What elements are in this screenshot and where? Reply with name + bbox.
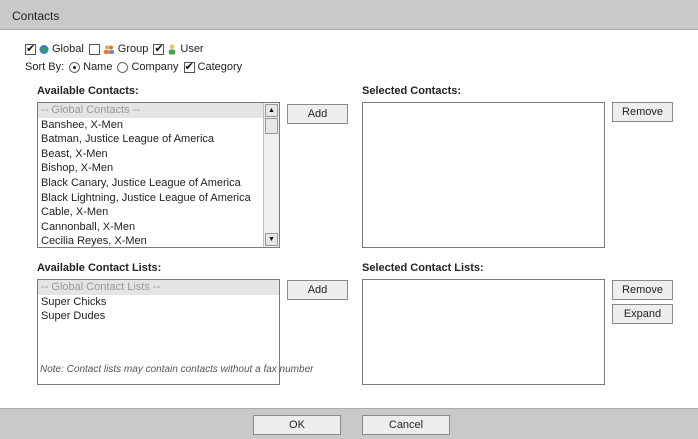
selected-contacts-list[interactable]: [362, 102, 605, 248]
list-item[interactable]: Cecilia Reyes, X-Men: [38, 234, 279, 247]
list-item[interactable]: Bishop, X-Men: [38, 161, 279, 176]
sort-by-label: Sort By:: [25, 61, 65, 73]
list-item[interactable]: Banshee, X-Men: [38, 118, 279, 133]
user-checkbox[interactable]: [153, 42, 165, 56]
group-label: Group: [117, 43, 149, 55]
scroll-down-icon[interactable]: ▼: [265, 233, 278, 246]
list-item[interactable]: Batman, Justice League of America: [38, 132, 279, 147]
ok-button[interactable]: OK: [253, 415, 341, 435]
filter-row: Global Group User: [25, 42, 209, 56]
selected-lists-list[interactable]: [362, 279, 605, 385]
sort-name-label: Name: [83, 61, 113, 73]
selected-lists-label: Selected Contact Lists:: [362, 262, 484, 274]
add-list-button[interactable]: Add: [287, 280, 348, 300]
group-checkbox[interactable]: [88, 43, 100, 55]
group-icon: [103, 45, 114, 54]
sort-company-radio[interactable]: [117, 61, 129, 73]
dialog-footer: OK Cancel: [0, 408, 698, 439]
add-contact-button[interactable]: Add: [287, 104, 348, 124]
selected-contacts-label: Selected Contacts:: [362, 85, 462, 97]
expand-list-button[interactable]: Expand: [612, 304, 673, 324]
list-item[interactable]: Cannonball, X-Men: [38, 220, 279, 235]
user-label: User: [180, 43, 204, 55]
list-item[interactable]: Cable, X-Men: [38, 205, 279, 220]
sort-row: Sort By: Name Company Category: [25, 60, 247, 74]
sort-company-label: Company: [131, 61, 179, 73]
scroll-thumb[interactable]: [265, 118, 278, 134]
remove-contact-button[interactable]: Remove: [612, 102, 673, 122]
list-item[interactable]: -- Global Contact Lists --: [38, 280, 279, 295]
list-item[interactable]: Super Chicks: [38, 295, 279, 310]
sort-name-radio[interactable]: [69, 61, 81, 73]
fax-note: Note: Contact lists may contain contacts…: [40, 364, 314, 375]
list-item[interactable]: Black Lightning, Justice League of Ameri…: [38, 191, 279, 206]
scroll-up-icon[interactable]: ▲: [265, 104, 278, 117]
remove-list-button[interactable]: Remove: [612, 280, 673, 300]
available-lists-label: Available Contact Lists:: [37, 262, 162, 274]
globe-icon: [39, 44, 49, 54]
available-contacts-label: Available Contacts:: [37, 85, 139, 97]
user-icon: [169, 43, 176, 55]
list-item[interactable]: Super Dudes: [38, 309, 279, 324]
sort-category-checkbox[interactable]: [183, 60, 195, 74]
window-title: Contacts: [12, 9, 60, 23]
available-contacts-scrollbar[interactable]: ▲ ▼: [263, 103, 279, 247]
available-contacts-list[interactable]: -- Global Contacts -- Banshee, X-Men Bat…: [37, 102, 280, 248]
global-label: Global: [52, 43, 84, 55]
title-bar: Contacts: [0, 0, 698, 30]
list-item[interactable]: -- Global Contacts --: [38, 103, 279, 118]
list-item[interactable]: Beast, X-Men: [38, 147, 279, 162]
list-item[interactable]: Black Canary, Justice League of America: [38, 176, 279, 191]
global-checkbox[interactable]: [25, 42, 36, 56]
sort-category-label: Category: [197, 61, 243, 73]
cancel-button[interactable]: Cancel: [362, 415, 450, 435]
dialog-body: Global Group User Sort By: Name Company …: [0, 30, 698, 408]
